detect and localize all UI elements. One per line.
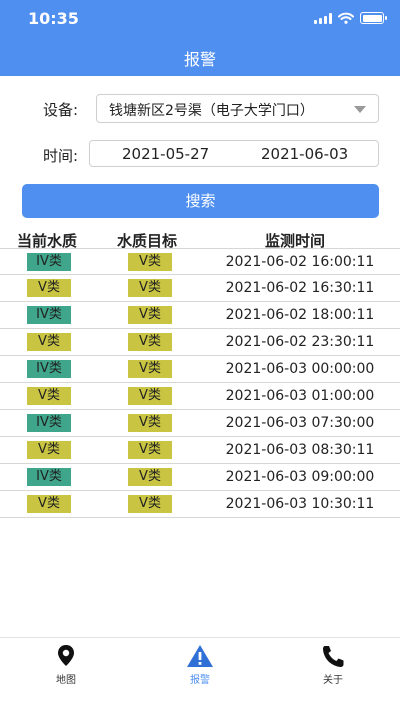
start-date[interactable]: 2021-05-27 — [122, 145, 209, 163]
current-quality-badge: V类 — [27, 333, 71, 351]
cellular-signal-icon — [314, 12, 332, 24]
tab-map-label: 地图 — [56, 675, 76, 686]
table-row: V类 V类 2021-06-02 16:30:11 — [0, 275, 400, 302]
table-row: IV类 V类 2021-06-02 18:00:11 — [0, 302, 400, 329]
target-quality-badge: V类 — [128, 414, 172, 432]
table-row: V类 V类 2021-06-03 01:00:00 — [0, 383, 400, 410]
current-quality-badge: V类 — [27, 387, 71, 405]
monitor-time: 2021-06-02 16:00:11 — [225, 254, 375, 270]
monitor-time: 2021-06-02 16:30:11 — [225, 280, 375, 296]
monitor-time: 2021-06-03 10:30:11 — [225, 496, 375, 512]
monitor-time: 2021-06-02 18:00:11 — [225, 307, 375, 323]
current-quality-badge: IV类 — [27, 253, 71, 271]
page-title: 报警 — [183, 50, 216, 69]
target-quality-badge: V类 — [128, 333, 172, 351]
wifi-icon — [338, 12, 354, 24]
tab-alarm[interactable]: 报警 — [160, 644, 240, 686]
table-row: IV类 V类 2021-06-03 07:30:00 — [0, 410, 400, 437]
target-quality-badge: V类 — [128, 306, 172, 324]
monitor-time: 2021-06-03 08:30:11 — [225, 442, 375, 458]
device-label: 设备: — [43, 101, 79, 119]
alarm-table: IV类 V类 2021-06-02 16:00:11 V类 V类 2021-06-02 1… — [0, 248, 400, 518]
table-row: V类 V类 2021-06-02 23:30:11 — [0, 329, 400, 356]
current-quality-badge: IV类 — [27, 414, 71, 432]
battery-icon — [360, 12, 387, 24]
end-date[interactable]: 2021-06-03 — [261, 145, 348, 163]
phone-icon — [323, 646, 344, 667]
tab-about-label: 关于 — [323, 675, 343, 686]
dropdown-arrow-icon — [354, 106, 366, 113]
current-quality-badge: IV类 — [27, 360, 71, 378]
search-button[interactable]: 搜索 — [22, 184, 379, 218]
tab-alarm-label: 报警 — [190, 675, 210, 686]
current-quality-badge: V类 — [27, 279, 71, 297]
bottom-tab-bar: 地图 报警 关于 — [0, 637, 400, 711]
tab-about[interactable]: 关于 — [293, 644, 373, 686]
target-quality-badge: V类 — [128, 360, 172, 378]
device-select-value: 钱塘新区2号渠（电子大学门口） — [109, 103, 314, 119]
current-quality-badge: V类 — [27, 495, 71, 513]
map-pin-icon — [58, 645, 74, 666]
monitor-time: 2021-06-03 09:00:00 — [225, 469, 375, 485]
monitor-time: 2021-06-02 23:30:11 — [225, 334, 375, 350]
table-row: IV类 V类 2021-06-03 00:00:00 — [0, 356, 400, 383]
table-row: V类 V类 2021-06-03 10:30:11 — [0, 491, 400, 518]
target-quality-badge: V类 — [128, 279, 172, 297]
target-quality-badge: V类 — [128, 253, 172, 271]
status-icons — [314, 12, 387, 24]
current-quality-badge: IV类 — [27, 468, 71, 486]
table-row: IV类 V类 2021-06-03 09:00:00 — [0, 464, 400, 491]
current-quality-badge: IV类 — [27, 306, 71, 324]
device-select[interactable]: 钱塘新区2号渠（电子大学门口） — [96, 94, 379, 123]
target-quality-badge: V类 — [128, 468, 172, 486]
table-row: V类 V类 2021-06-03 08:30:11 — [0, 437, 400, 464]
tab-map[interactable]: 地图 — [26, 644, 106, 686]
time-label: 时间: — [43, 147, 79, 165]
table-row: IV类 V类 2021-06-02 16:00:11 — [0, 248, 400, 275]
current-quality-badge: V类 — [27, 441, 71, 459]
target-quality-badge: V类 — [128, 387, 172, 405]
monitor-time: 2021-06-03 01:00:00 — [225, 388, 375, 404]
alert-triangle-icon — [187, 645, 213, 667]
app-header: 10:35 报警 — [0, 0, 400, 76]
target-quality-badge: V类 — [128, 495, 172, 513]
date-range-field[interactable]: 2021-05-27 2021-06-03 — [89, 140, 379, 167]
status-time: 10:35 — [28, 9, 79, 28]
monitor-time: 2021-06-03 07:30:00 — [225, 415, 375, 431]
target-quality-badge: V类 — [128, 441, 172, 459]
monitor-time: 2021-06-03 00:00:00 — [225, 361, 375, 377]
